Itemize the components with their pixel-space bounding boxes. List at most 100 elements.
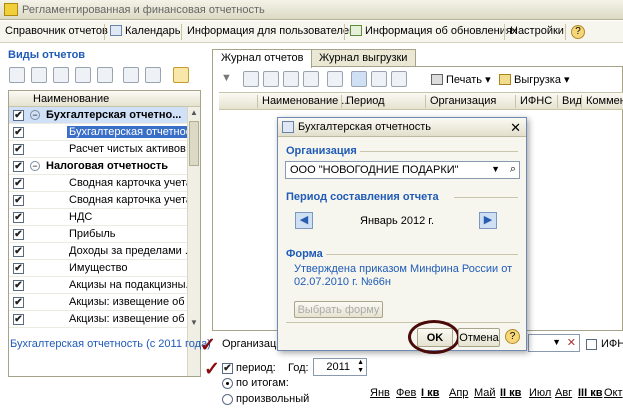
month-link[interactable]: Июл [529, 387, 551, 399]
list-item[interactable]: ✔ Акцизы на подакцизны... [9, 277, 187, 294]
next-period-icon[interactable]: ▶ [479, 212, 497, 229]
export-label: Выгрузка [514, 74, 561, 86]
radio-arbitrary[interactable] [222, 394, 233, 405]
checkbox[interactable]: ✔ [13, 212, 24, 223]
list-item[interactable]: ✔ НДС [9, 209, 187, 226]
add-icon[interactable] [9, 67, 25, 83]
filter-icon[interactable]: ▼ [221, 72, 232, 84]
list-item[interactable]: ✔ Бухгалтерская отчетнос... [9, 124, 187, 141]
print-label: Печать [446, 74, 483, 86]
checkbox[interactable]: ✔ [13, 314, 24, 325]
refresh-icon[interactable] [123, 67, 139, 83]
collapse-icon[interactable]: − [30, 161, 40, 171]
check-icon[interactable] [371, 71, 387, 87]
close-icon[interactable]: ✕ [510, 120, 521, 136]
tree-icon[interactable] [75, 67, 91, 83]
menu-item-calendar[interactable]: Календарь [110, 25, 181, 40]
list-item[interactable]: ✔ Акцизы: извещение об ... [9, 311, 187, 328]
search-icon[interactable]: ⌕ [510, 163, 516, 176]
cancel-button[interactable]: Отмена [458, 328, 500, 347]
checkbox[interactable]: ✔ [13, 263, 24, 274]
list-item[interactable]: ✔ Акцизы: извещение об ... [9, 294, 187, 311]
select-icon[interactable] [351, 71, 367, 87]
unload-icon[interactable] [391, 71, 407, 87]
export-menu[interactable]: Выгрузка ▾ [499, 73, 570, 86]
checkbox[interactable]: ✔ [13, 178, 24, 189]
help-icon[interactable]: ? [571, 25, 585, 39]
month-link[interactable]: Апр [449, 387, 468, 399]
copy-icon[interactable] [31, 67, 47, 83]
quarter-link[interactable]: II кв [500, 387, 521, 399]
column-header[interactable]: Организация [425, 95, 496, 108]
year-stepper-icon[interactable]: ▲ ▼ [357, 359, 364, 375]
menu-item-updates-info[interactable]: Информация об обновлениях [350, 25, 517, 40]
checkbox[interactable]: ✔ [13, 127, 24, 138]
checkbox[interactable]: ✔ [13, 229, 24, 240]
checkbox[interactable]: ✔ [13, 144, 24, 155]
menu-item-user-info[interactable]: Информация для пользователей [187, 25, 355, 40]
tab-export-journal[interactable]: Журнал выгрузки [310, 49, 417, 67]
edit-icon[interactable] [283, 71, 299, 87]
column-header[interactable]: Наименование ... [257, 95, 350, 108]
edit-icon[interactable] [53, 67, 69, 83]
quarter-link[interactable]: III кв [578, 387, 603, 399]
period-checkbox[interactable]: ✔ [222, 363, 233, 374]
dropdown-icon[interactable]: ▼ [491, 164, 500, 174]
clear-icon[interactable]: ✕ [567, 336, 576, 349]
dialog-organization-select[interactable]: ООО "НОВОГОДНИЕ ПОДАРКИ" ▼ ⌕ [285, 161, 520, 179]
radio-totals[interactable] [222, 378, 233, 389]
checkbox[interactable]: ✔ [13, 110, 24, 121]
column-header[interactable]: ИФНС [515, 95, 552, 108]
add-icon[interactable] [243, 71, 259, 87]
hierarchy-icon[interactable] [145, 67, 161, 83]
list-item-label: Доходы за пределами ... [69, 245, 187, 257]
refresh-icon[interactable] [327, 71, 343, 87]
list-item[interactable]: ✔ Сводная карточка учета... [9, 192, 187, 209]
copy-icon[interactable] [263, 71, 279, 87]
organization-select[interactable]: ▼ ✕ [528, 334, 580, 352]
list-item[interactable]: ✔ Доходы за пределами ... [9, 243, 187, 260]
column-name-header[interactable]: Наименование [33, 93, 109, 105]
checkbox[interactable]: ✔ [13, 297, 24, 308]
month-link[interactable]: Окт [604, 387, 623, 399]
delete-icon[interactable] [303, 71, 319, 87]
checkbox[interactable]: ✔ [13, 195, 24, 206]
month-link[interactable]: Май [474, 387, 496, 399]
year-field[interactable]: 2011 ▲ ▼ [313, 358, 367, 376]
help-icon[interactable]: ? [505, 329, 520, 344]
group-icon[interactable] [97, 67, 113, 83]
menu-item-updates-label: Информация об обновлениях [365, 25, 518, 37]
checkbox[interactable]: ✔ [13, 280, 24, 291]
list-item[interactable]: ✔ Сводная карточка учета... [9, 175, 187, 192]
scroll-up-icon[interactable]: ▲ [188, 107, 200, 119]
print-menu[interactable]: Печать ▾ [431, 73, 491, 86]
list-item[interactable]: ✔ Имущество [9, 260, 187, 277]
month-link[interactable]: Авг [555, 387, 572, 399]
dropdown-icon[interactable]: ▼ [552, 337, 561, 347]
list-item[interactable]: ✔ Расчет чистых активов [9, 141, 187, 158]
column-header[interactable]: Период [341, 95, 385, 108]
choose-form-button[interactable]: Выбрать форму [294, 301, 383, 318]
divider [286, 322, 520, 323]
checkbox[interactable]: ✔ [13, 161, 24, 172]
month-link[interactable]: Янв [370, 387, 390, 399]
menu-item-settings[interactable]: Настройки [510, 25, 564, 40]
scroll-thumb[interactable] [189, 121, 199, 166]
quarter-link[interactable]: I кв [421, 387, 439, 399]
ifns-checkbox[interactable] [586, 339, 597, 350]
scroll-down-icon[interactable]: ▼ [188, 317, 200, 329]
collapse-icon[interactable]: − [30, 110, 40, 120]
column-header[interactable]: Вид [557, 95, 582, 108]
list-item[interactable]: ✔ − Налоговая отчетность [9, 158, 187, 175]
list-item[interactable]: ✔ Прибыль [9, 226, 187, 243]
period-value: Январь 2012 г. [360, 215, 435, 227]
month-link[interactable]: Фев [396, 387, 416, 399]
list-item[interactable]: ✔ − Бухгалтерская отчетно... [9, 107, 187, 124]
checkbox[interactable]: ✔ [13, 246, 24, 257]
column-header[interactable]: Коммен [581, 95, 623, 108]
menu-item-reports-directory[interactable]: Справочник отчетов [5, 25, 108, 40]
folder-view-icon[interactable] [173, 67, 189, 83]
prev-period-icon[interactable]: ◀ [295, 212, 313, 229]
tab-reports-journal[interactable]: Журнал отчетов [212, 49, 313, 68]
form-approval-link[interactable]: Утверждена приказом Минфина России от 02… [294, 263, 520, 289]
